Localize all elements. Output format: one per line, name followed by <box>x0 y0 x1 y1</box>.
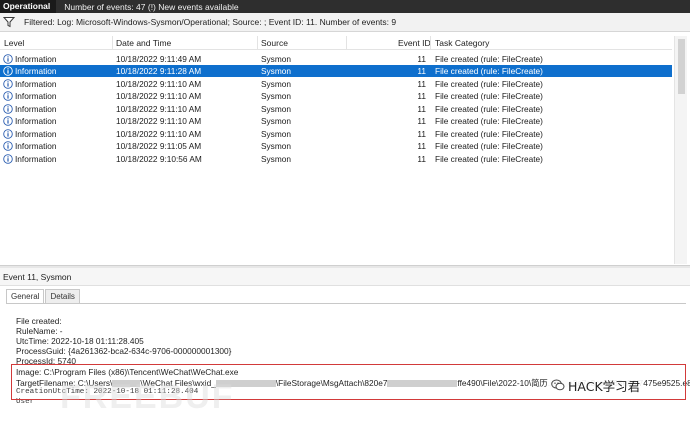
event-id: 11 <box>417 53 426 64</box>
event-level: Information <box>15 128 57 139</box>
event-datetime: 10/18/2022 9:11:10 AM <box>116 91 202 101</box>
event-list[interactable]: Level Date and Time Source Event ID Task… <box>0 36 672 264</box>
wechat-icon <box>551 378 565 392</box>
event-datetime: 10/18/2022 9:11:05 AM <box>116 141 202 151</box>
event-level: Information <box>15 78 57 89</box>
event-row[interactable]: Information 10/18/2022 9:11:10 AM Sysmon 11… <box>0 102 672 115</box>
column-level[interactable]: Level <box>4 38 24 48</box>
event-row[interactable]: Information 10/18/2022 9:11:10 AM Sysmon 11… <box>0 77 672 90</box>
column-divider[interactable] <box>112 36 113 50</box>
event-id: 11 <box>417 78 426 89</box>
detail-rule-name: RuleName: - <box>16 326 63 336</box>
event-level: Information <box>15 116 57 126</box>
event-datetime: 10/18/2022 9:11:49 AM <box>116 53 202 64</box>
event-level: Information <box>15 53 57 64</box>
info-icon <box>3 153 13 164</box>
scrollbar-thumb[interactable] <box>678 39 685 94</box>
event-datetime: 10/18/2022 9:11:10 AM <box>116 78 202 89</box>
event-row[interactable]: Information 10/18/2022 9:11:05 AM Sysmon 11… <box>0 140 672 153</box>
filter-bar: Filtered: Log: Microsoft-Windows-Sysmon/… <box>0 13 690 32</box>
filter-icon[interactable] <box>2 15 16 29</box>
event-level: Information <box>15 66 57 76</box>
brand-name: HACK学习君 <box>568 378 641 394</box>
event-source: Sysmon <box>261 103 291 114</box>
event-row[interactable]: Information 10/18/2022 9:11:28 AM Sysmon 11… <box>0 64 672 77</box>
tab-general[interactable]: General <box>6 289 45 304</box>
event-task-category: File created (rule: FileCreate) <box>435 128 543 139</box>
event-level: Information <box>15 153 57 164</box>
filter-description: Filtered: Log: Microsoft-Windows-Sysmon/… <box>24 17 397 27</box>
event-list-header: Level Date and Time Source Event ID Task… <box>0 36 672 50</box>
event-source: Sysmon <box>261 78 291 89</box>
detail-process-guid: ProcessGuid: {4a261362-bca2-634c-9706-00… <box>16 346 232 356</box>
column-divider[interactable] <box>430 36 431 50</box>
event-list-scrollbar[interactable] <box>674 36 687 264</box>
column-divider[interactable] <box>257 36 258 50</box>
detail-utc-time: UtcTime: 2022-10-18 01:11:28.405 <box>16 336 144 346</box>
log-name: Operational <box>0 0 57 13</box>
event-task-category: File created (rule: FileCreate) <box>435 66 543 76</box>
event-task-category: File created (rule: FileCreate) <box>435 53 543 64</box>
event-datetime: 10/18/2022 9:11:10 AM <box>116 116 202 126</box>
event-id: 11 <box>417 91 426 101</box>
info-icon <box>3 141 13 151</box>
info-icon <box>3 91 13 101</box>
event-source: Sysmon <box>261 53 291 64</box>
event-task-category: File created (rule: FileCreate) <box>435 103 543 114</box>
watermark-text: FREEBUF <box>60 378 235 416</box>
event-datetime: 10/18/2022 9:11:28 AM <box>116 66 202 76</box>
event-detail-header: Event 11, Sysmon <box>0 268 690 286</box>
event-task-category: File created (rule: FileCreate) <box>435 78 543 89</box>
info-icon <box>3 66 13 76</box>
event-level: Information <box>15 103 57 114</box>
event-datetime: 10/18/2022 9:10:56 AM <box>116 153 202 164</box>
info-icon <box>3 128 13 139</box>
event-task-category: File created (rule: FileCreate) <box>435 153 543 164</box>
info-icon <box>3 103 13 114</box>
event-id: 11 <box>417 153 426 164</box>
event-row[interactable]: Information 10/18/2022 9:11:10 AM Sysmon 11… <box>0 127 672 140</box>
tab-divider <box>6 303 686 304</box>
event-id: 11 <box>417 103 426 114</box>
event-task-category: File created (rule: FileCreate) <box>435 116 543 126</box>
event-source: Sysmon <box>261 91 291 101</box>
event-id: 11 <box>417 116 426 126</box>
log-title-bar: Operational Number of events: 47 (!) New… <box>0 0 690 13</box>
column-date-time[interactable]: Date and Time <box>116 38 171 48</box>
event-row[interactable]: Information 10/18/2022 9:11:10 AM Sysmon 11… <box>0 115 672 128</box>
event-row[interactable]: Information 10/18/2022 9:10:56 AM Sysmon 11… <box>0 152 672 165</box>
column-source[interactable]: Source <box>261 38 288 48</box>
column-event-id[interactable]: Event ID <box>398 38 431 48</box>
brand-badge: HACK学习君 <box>548 376 644 394</box>
event-source: Sysmon <box>261 66 291 76</box>
event-task-category: File created (rule: FileCreate) <box>435 91 543 101</box>
event-source: Sysmon <box>261 153 291 164</box>
event-source: Sysmon <box>261 116 291 126</box>
event-source: Sysmon <box>261 141 291 151</box>
detail-file-created: File created: <box>16 316 62 326</box>
event-id: 11 <box>417 141 426 151</box>
info-icon <box>3 78 13 89</box>
column-divider[interactable] <box>346 36 347 50</box>
event-row[interactable]: Information 10/18/2022 9:11:49 AM Sysmon 11… <box>0 52 672 65</box>
event-level: Information <box>15 91 57 101</box>
event-level: Information <box>15 141 57 151</box>
event-id: 11 <box>417 66 426 76</box>
event-detail-title: Event 11, Sysmon <box>3 272 72 282</box>
event-datetime: 10/18/2022 9:11:10 AM <box>116 103 202 114</box>
event-row[interactable]: Information 10/18/2022 9:11:10 AM Sysmon 11… <box>0 90 672 103</box>
event-datetime: 10/18/2022 9:11:10 AM <box>116 128 202 139</box>
info-icon <box>3 116 13 126</box>
tab-details[interactable]: Details <box>45 289 80 303</box>
event-task-category: File created (rule: FileCreate) <box>435 141 543 151</box>
detail-tabs: General Details <box>6 289 81 304</box>
column-task-category[interactable]: Task Category <box>435 38 489 48</box>
event-count: Number of events: 47 (!) New events avai… <box>64 1 239 12</box>
info-icon <box>3 53 13 64</box>
event-source: Sysmon <box>261 128 291 139</box>
event-id: 11 <box>417 128 426 139</box>
